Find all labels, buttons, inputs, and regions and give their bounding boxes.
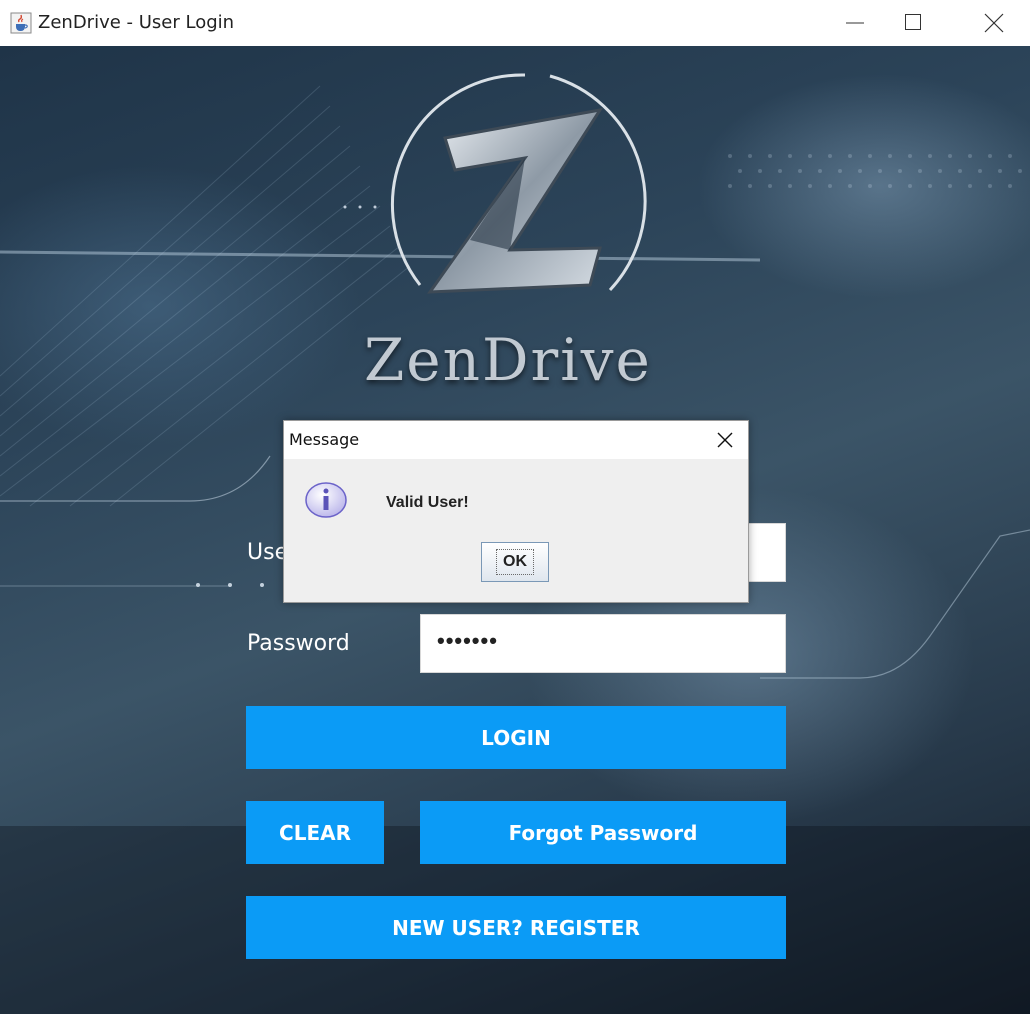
dialog-message: Valid User!	[386, 494, 469, 511]
info-icon	[305, 482, 347, 518]
dialog-close-button[interactable]	[704, 421, 748, 459]
maximize-icon	[905, 14, 921, 30]
ok-button-label: OK	[496, 549, 534, 575]
minimize-button[interactable]	[826, 0, 886, 46]
password-value: •••••••	[437, 628, 498, 653]
close-button[interactable]	[965, 0, 1025, 46]
clear-button[interactable]: CLEAR	[246, 801, 384, 864]
register-button[interactable]: NEW USER? REGISTER	[246, 896, 786, 959]
close-icon	[984, 13, 1004, 33]
password-label: Password	[247, 631, 350, 656]
java-cup-icon	[10, 12, 32, 34]
dialog-title: Message	[289, 430, 360, 449]
window-titlebar[interactable]: ZenDrive - User Login	[0, 0, 1030, 46]
close-icon	[717, 432, 733, 448]
brand-name: ZenDrive	[364, 326, 652, 394]
ok-button[interactable]: OK	[481, 542, 549, 582]
login-button[interactable]: LOGIN	[246, 706, 786, 769]
forgot-password-button[interactable]: Forgot Password	[420, 801, 786, 864]
minimize-icon	[846, 22, 864, 24]
username-label: Use	[247, 540, 289, 565]
z-logo-icon	[390, 73, 647, 294]
dialog-titlebar[interactable]: Message	[284, 421, 748, 459]
maximize-button[interactable]	[884, 0, 944, 46]
message-dialog: Message Valid User! OK	[283, 420, 749, 603]
password-input[interactable]: •••••••	[420, 614, 786, 673]
window-title: ZenDrive - User Login	[38, 12, 235, 33]
